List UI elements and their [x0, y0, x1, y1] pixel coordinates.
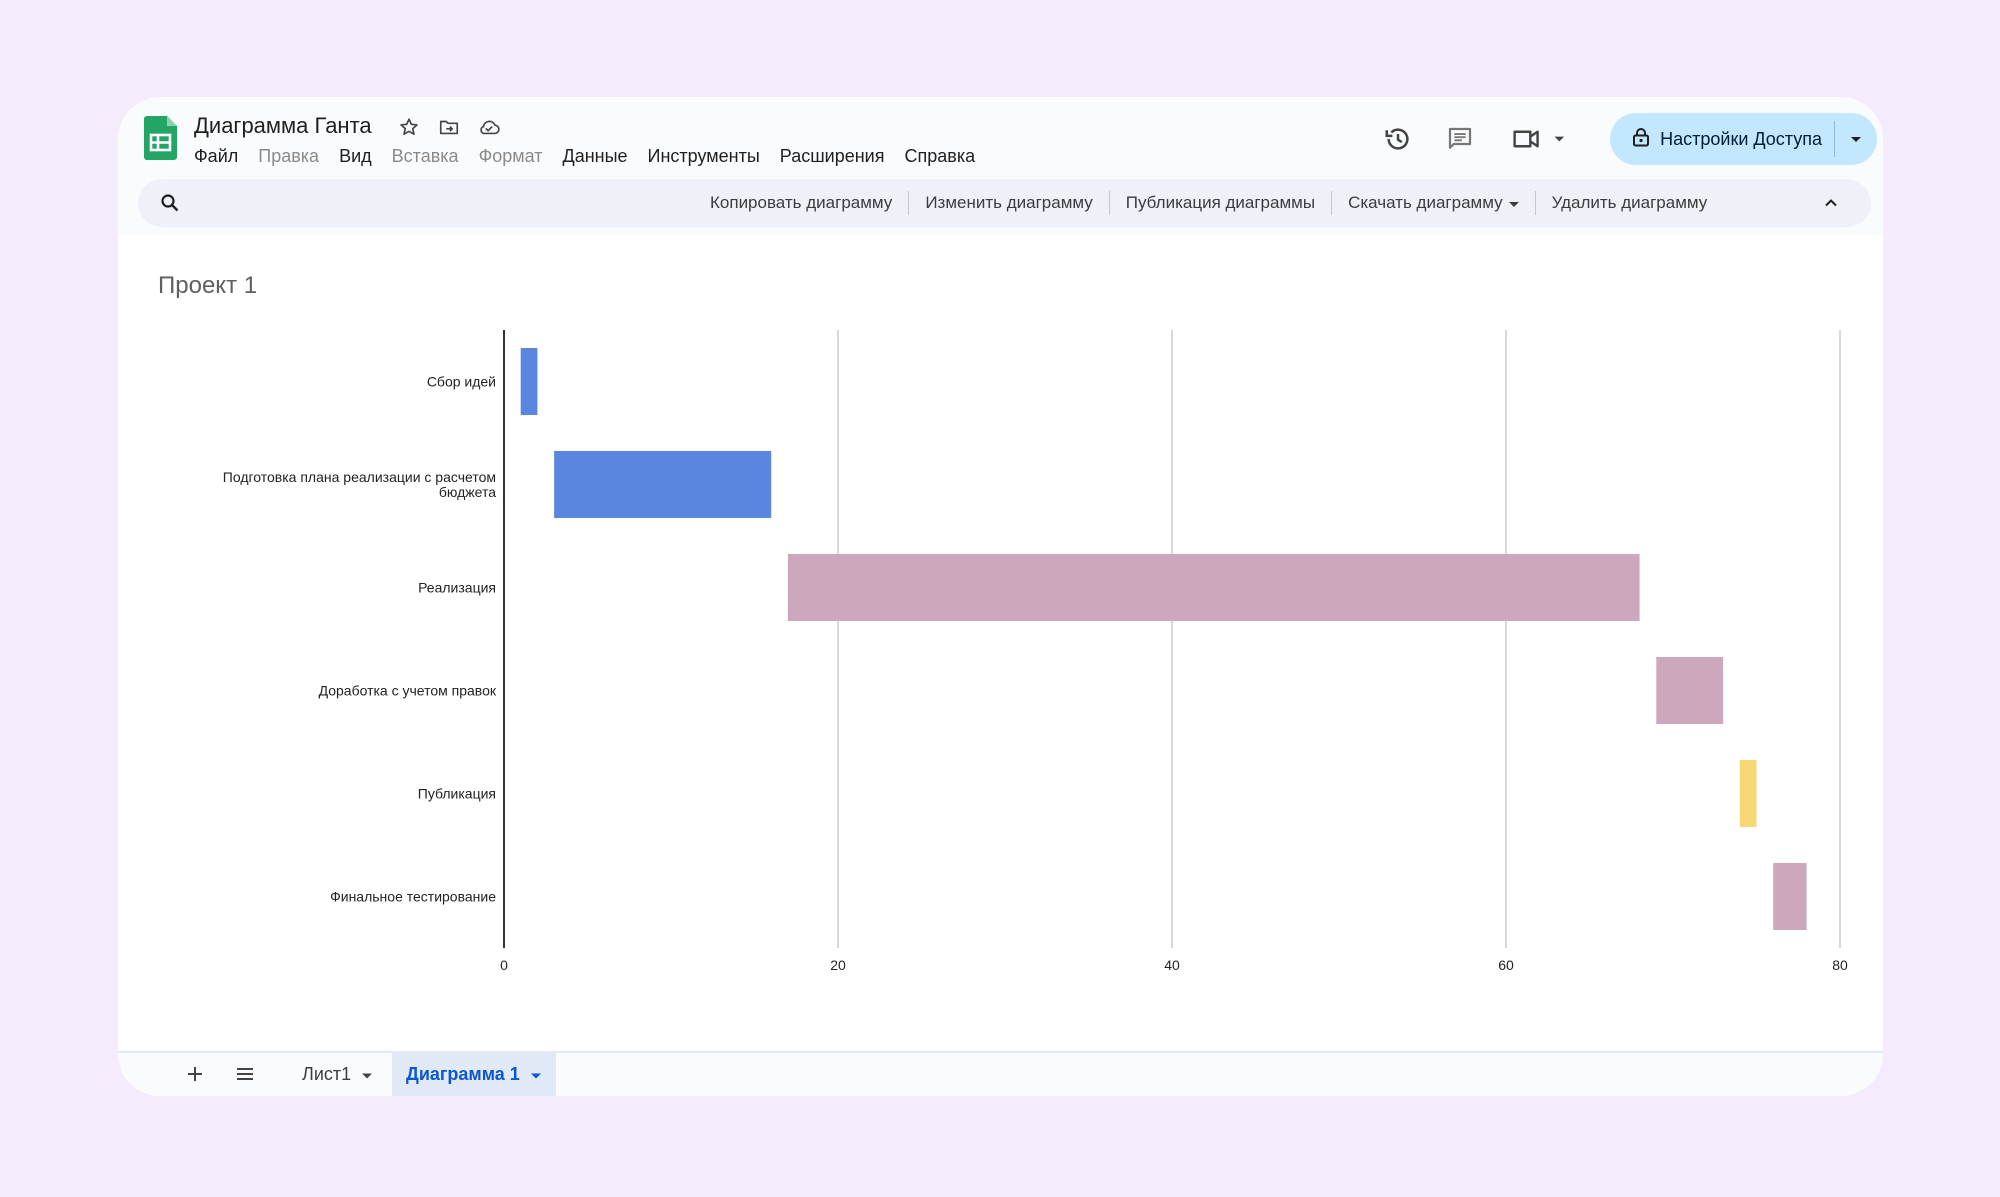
menu-view[interactable]: Вид [329, 144, 382, 168]
delete-chart-button[interactable]: Удалить диаграмму [1536, 193, 1724, 213]
task-label: Доработка с учетом правок [319, 683, 497, 699]
task-label: Сбор идей [427, 374, 496, 390]
menu-extensions[interactable]: Расширения [770, 144, 895, 168]
gantt-bar[interactable] [1773, 863, 1807, 930]
gantt-bar[interactable] [1739, 760, 1757, 827]
share-dropdown-icon[interactable] [1835, 113, 1877, 165]
x-tick-label: 40 [1164, 957, 1180, 973]
chart-title: Проект 1 [158, 272, 257, 299]
app-window: Диаграмма Ганта Файл Правка Вид Вставка … [118, 97, 1883, 1096]
download-chart-label: Скачать диаграмму [1348, 193, 1503, 212]
copy-chart-button[interactable]: Копировать диаграмму [694, 193, 908, 213]
chevron-down-icon [1508, 193, 1519, 213]
gantt-bar[interactable] [554, 451, 772, 518]
menu-bar: Файл Правка Вид Вставка Формат Данные Ин… [194, 144, 985, 168]
publish-chart-label: Публикация диаграммы [1125, 193, 1316, 212]
chart-toolbar: Копировать диаграмму Изменить диаграмму … [138, 179, 1871, 227]
menu-format[interactable]: Формат [469, 144, 553, 168]
add-sheet-icon[interactable] [182, 1061, 208, 1087]
sheet-bar: Лист1 Диаграмма 1 [118, 1051, 1883, 1096]
move-folder-icon[interactable] [436, 114, 462, 140]
collapse-toolbar-icon[interactable] [1819, 191, 1843, 215]
task-label: Реализация [418, 580, 496, 596]
cloud-saved-icon[interactable] [476, 114, 502, 140]
sheet-tab-label: Диаграмма 1 [406, 1064, 520, 1084]
delete-chart-label: Удалить диаграмму [1551, 193, 1708, 212]
gantt-bar[interactable] [1656, 657, 1724, 724]
x-tick-label: 60 [1498, 957, 1514, 973]
task-label: Подготовка плана реализации с расчетом [223, 469, 496, 485]
chart-canvas[interactable]: Проект 1 Сбор идей Подготовка плана реали… [118, 235, 1883, 1049]
chevron-down-icon[interactable] [361, 1064, 373, 1085]
history-icon[interactable] [1378, 119, 1418, 159]
sheet-tab[interactable]: Лист1 [288, 1053, 387, 1096]
edit-chart-label: Изменить диаграмму [925, 193, 1093, 212]
x-tick-label: 20 [830, 957, 846, 973]
sheet-tab-active[interactable]: Диаграмма 1 [392, 1053, 556, 1096]
all-sheets-icon[interactable] [232, 1061, 258, 1087]
lock-icon [1632, 127, 1650, 152]
menu-help[interactable]: Справка [894, 144, 985, 168]
menu-data[interactable]: Данные [553, 144, 638, 168]
star-icon[interactable] [396, 114, 422, 140]
sheet-tab-label: Лист1 [302, 1064, 352, 1084]
menu-file[interactable]: Файл [194, 144, 248, 168]
gantt-chart: Проект 1 Сбор идей Подготовка плана реали… [158, 272, 1848, 973]
gantt-bar[interactable] [787, 554, 1640, 621]
chevron-down-icon[interactable] [530, 1064, 542, 1085]
download-chart-button[interactable]: Скачать диаграмму [1332, 193, 1535, 213]
gantt-bar[interactable] [520, 348, 538, 415]
publish-chart-button[interactable]: Публикация диаграммы [1110, 193, 1331, 213]
task-label: бюджета [439, 484, 496, 500]
comments-icon[interactable] [1440, 119, 1480, 159]
sheets-logo-icon[interactable] [144, 116, 177, 160]
edit-chart-button[interactable]: Изменить диаграмму [909, 193, 1108, 213]
x-tick-label: 80 [1832, 957, 1848, 973]
x-tick-label: 0 [500, 957, 508, 973]
menu-edit[interactable]: Правка [248, 144, 329, 168]
menu-tools[interactable]: Инструменты [638, 144, 770, 168]
menu-insert[interactable]: Вставка [382, 144, 469, 168]
search-icon[interactable] [158, 191, 182, 215]
copy-chart-label: Копировать диаграмму [710, 193, 893, 212]
meet-camera-icon[interactable] [1510, 119, 1570, 159]
document-title[interactable]: Диаграмма Ганта [194, 113, 372, 139]
task-label: Публикация [418, 786, 496, 802]
task-label: Финальное тестирование [330, 889, 496, 905]
share-button[interactable]: Настройки Доступа [1610, 113, 1877, 165]
share-label: Настройки Доступа [1660, 128, 1822, 149]
